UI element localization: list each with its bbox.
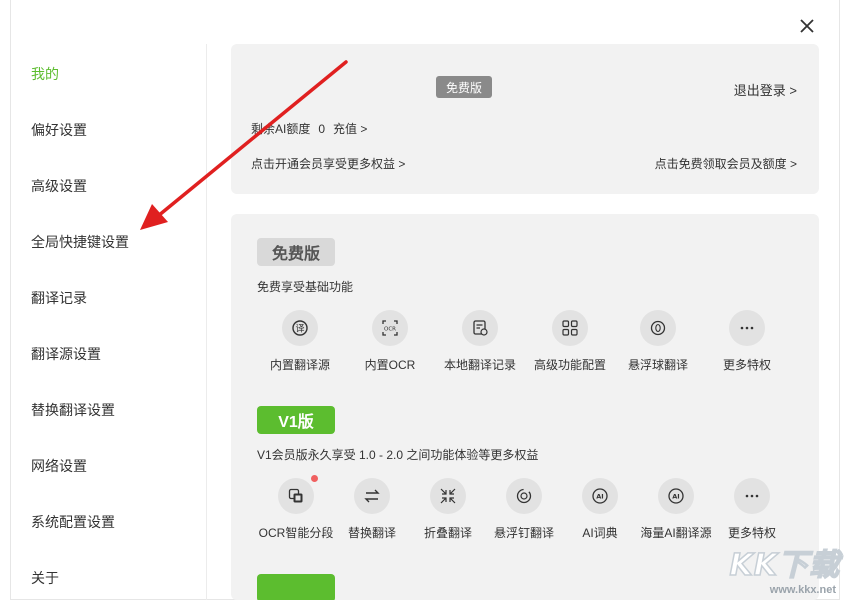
ai-quota-row: 剩余AI额度 0 充值 >	[251, 120, 367, 137]
ai-dict-icon: AI	[582, 478, 618, 514]
next-plan-badge	[257, 574, 335, 600]
logout-link[interactable]: 退出登录 >	[734, 80, 797, 99]
svg-text:AI: AI	[672, 493, 679, 501]
sidebar-item-translate-source[interactable]: 翻译源设置	[31, 344, 101, 364]
sidebar-item-advanced[interactable]: 高级设置	[31, 176, 87, 196]
sidebar-item-history[interactable]: 翻译记录	[31, 288, 87, 308]
ocr-segment-icon	[278, 475, 318, 514]
recharge-link[interactable]: 充值 >	[333, 120, 367, 137]
svg-text:AI: AI	[596, 493, 603, 501]
floating-ball-icon	[640, 310, 676, 346]
feature-label: 内置翻译源	[269, 358, 330, 372]
history-icon	[462, 310, 498, 346]
more-icon	[734, 478, 770, 514]
feature-more-privileges[interactable]: 更多特权	[702, 310, 792, 373]
sidebar-item-system[interactable]: 系统配置设置	[31, 512, 115, 532]
open-member-link[interactable]: 点击开通会员享受更多权益 >	[251, 155, 405, 172]
grid-icon	[552, 310, 588, 346]
feature-label: 更多特权	[727, 526, 776, 540]
feature-floating-ball[interactable]: 悬浮球翻译	[613, 310, 703, 373]
ai-quota-value: 0	[318, 121, 326, 136]
translate-icon: 译	[282, 310, 318, 346]
pin-icon	[506, 478, 542, 514]
account-panel: 免费版 退出登录 > 剩余AI额度 0 充值 > 点击开通会员享受更多权益 > …	[231, 44, 819, 194]
ai-source-icon: AI	[658, 478, 694, 514]
plans-panel: 免费版 免费享受基础功能 译 内置翻译源 OCR 内置OCR 本地翻译记录 高级…	[231, 214, 819, 600]
feature-label: 悬浮球翻译	[627, 358, 688, 372]
sidebar-item-mine[interactable]: 我的	[31, 64, 59, 84]
feature-label: 本地翻译记录	[443, 358, 516, 372]
feature-label: 更多特权	[722, 358, 771, 372]
sidebar-item-replace-translate[interactable]: 替换翻译设置	[31, 400, 115, 420]
sidebar-item-network[interactable]: 网络设置	[31, 456, 87, 476]
sidebar-item-about[interactable]: 关于	[31, 568, 59, 588]
new-badge-dot	[311, 475, 318, 482]
feature-local-history[interactable]: 本地翻译记录	[435, 310, 525, 373]
feature-more-privileges-v1[interactable]: 更多特权	[707, 478, 797, 541]
more-icon	[729, 310, 765, 346]
feature-builtin-source[interactable]: 译 内置翻译源	[255, 310, 345, 373]
free-plan-badge: 免费版	[257, 238, 335, 266]
svg-text:OCR: OCR	[384, 327, 396, 333]
close-button[interactable]	[795, 14, 819, 38]
ai-quota-label: 剩余AI额度	[251, 122, 311, 136]
v1-plan-badge: V1版	[257, 406, 335, 434]
feature-builtin-ocr[interactable]: OCR 内置OCR	[345, 310, 435, 373]
free-plan-desc: 免费享受基础功能	[257, 280, 354, 294]
v1-plan-desc: V1会员版永久享受 1.0 - 2.0 之间功能体验等更多权益	[257, 448, 539, 462]
settings-window: 我的 偏好设置 高级设置 全局快捷键设置 翻译记录 翻译源设置 替换翻译设置 网…	[10, 0, 840, 600]
feature-label: 内置OCR	[364, 358, 416, 372]
free-member-link[interactable]: 点击免费领取会员及额度 >	[655, 155, 797, 172]
sidebar: 我的 偏好设置 高级设置 全局快捷键设置 翻译记录 翻译源设置 替换翻译设置 网…	[11, 44, 207, 600]
feature-label: 高级功能配置	[533, 358, 606, 372]
ocr-icon: OCR	[372, 310, 408, 346]
sidebar-item-shortcuts[interactable]: 全局快捷键设置	[31, 232, 129, 252]
swap-icon	[354, 478, 390, 514]
sidebar-item-preferences[interactable]: 偏好设置	[31, 120, 87, 140]
svg-text:译: 译	[295, 324, 304, 335]
collapse-icon	[430, 478, 466, 514]
feature-advanced-config[interactable]: 高级功能配置	[525, 310, 615, 373]
plan-tag: 免费版	[436, 76, 492, 98]
close-icon	[800, 19, 814, 33]
